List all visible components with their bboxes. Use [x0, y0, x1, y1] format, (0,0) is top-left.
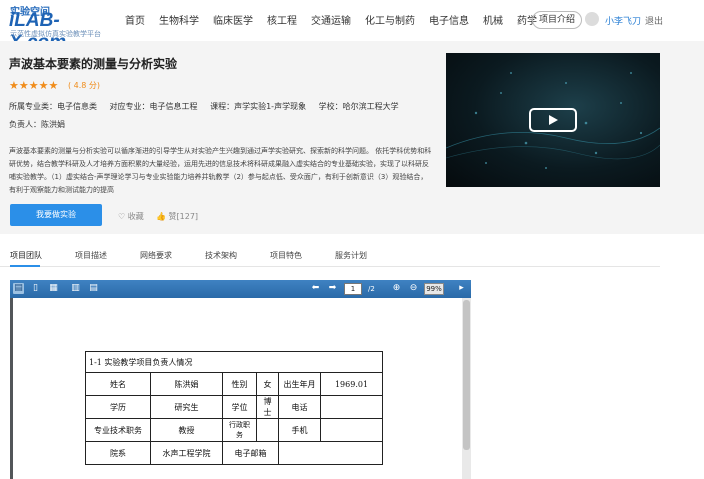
table-caption: 1-1 实验教学项目负责人情况: [85, 351, 383, 373]
prev-page-icon[interactable]: ⬅: [310, 283, 321, 294]
tab-description[interactable]: 项目描述: [75, 250, 107, 261]
table-cell: 行政职务: [222, 418, 257, 442]
table-cell: 陈洪娟: [150, 372, 223, 396]
table-cell: 院系: [85, 441, 151, 465]
nav-item-mechanical[interactable]: 机械: [483, 12, 503, 27]
owner-info-table: 1-1 实验教学项目负责人情况 姓名 陈洪娟 性别 女 出生年月 1969.01…: [85, 351, 383, 465]
next-page-icon[interactable]: ➡: [327, 283, 338, 294]
logo-subtitle: 示范性虚拟仿真实验教学平台: [10, 30, 101, 38]
table-cell: 电话: [278, 395, 321, 419]
nav-item-electronics[interactable]: 电子信息: [429, 12, 469, 27]
heart-icon: ♡: [118, 212, 126, 221]
tab-service-plan[interactable]: 服务计划: [335, 250, 367, 261]
tab-network[interactable]: 网络要求: [140, 250, 172, 261]
play-icon[interactable]: [529, 108, 577, 132]
grid-view-icon[interactable]: ▦: [48, 283, 59, 294]
table-cell: [278, 441, 383, 465]
table-cell: [256, 418, 279, 442]
favorite-label: 收藏: [127, 212, 144, 221]
save-icon[interactable]: ▤: [13, 283, 24, 294]
table-cell: 水声工程学院: [150, 441, 223, 465]
nav-item-nuclear[interactable]: 核工程: [267, 12, 297, 27]
project-intro-button[interactable]: 项目介绍: [532, 11, 583, 29]
thumbs-up-icon: 👍: [156, 212, 166, 221]
like-count: 赞[127]: [168, 212, 199, 221]
nav-item-transport[interactable]: 交通运输: [311, 12, 351, 27]
nav-item-home[interactable]: 首页: [125, 12, 145, 27]
table-row: 学历 研究生 学位 博士 电话: [85, 395, 383, 419]
table-row: 专业技术职务 教授 行政职务 手机: [85, 418, 383, 442]
table-cell: 出生年月: [278, 372, 321, 396]
username-link[interactable]: 小李飞刀: [605, 14, 641, 27]
start-experiment-button[interactable]: 我要做实验: [10, 204, 102, 226]
table-cell: 教授: [150, 418, 223, 442]
project-owner: 负责人：陈洪娟: [9, 120, 65, 129]
project-description: 声波基本要素的测量与分析实验可以循序渐进的引导学生从对实验产生兴趣到通过声学实验…: [9, 147, 432, 194]
table-row: 姓名 陈洪娟 性别 女 出生年月 1969.01: [85, 372, 383, 396]
meta-major: 所属专业类：电子信息类: [9, 102, 97, 111]
detail-tabs: 项目团队 项目描述 网络要求 技术架构 项目特色 服务计划: [0, 243, 660, 267]
table-cell: 专业技术职务: [85, 418, 151, 442]
main-nav: 首页 生物科学 临床医学 核工程 交通运输 化工与制药 电子信息 机械 药学: [125, 12, 551, 27]
table-cell: 电子邮箱: [222, 441, 279, 465]
favorite-button[interactable]: ♡ 收藏: [118, 211, 144, 222]
zoom-in-icon[interactable]: ⊕: [391, 283, 402, 294]
table-cell: 女: [256, 372, 279, 396]
nav-item-chemical[interactable]: 化工与制药: [365, 12, 415, 27]
scrollbar-thumb[interactable]: [463, 300, 470, 450]
zoom-level[interactable]: 99%: [424, 283, 444, 295]
table-row: 院系 水声工程学院 电子邮箱: [85, 441, 383, 465]
table-cell: 性别: [222, 372, 257, 396]
meta-course: 课程：声学实验1-声学现象: [210, 102, 307, 111]
top-navbar: 实验空间 iLAB-X.com 示范性虚拟仿真实验教学平台 首页 生物科学 临床…: [0, 0, 704, 53]
table-cell: 博士: [256, 395, 279, 419]
outline-icon[interactable]: ▤: [88, 283, 99, 294]
tab-architecture[interactable]: 技术架构: [205, 250, 237, 261]
table-cell: 研究生: [150, 395, 223, 419]
project-meta: 所属专业类：电子信息类 对应专业：电子信息工程 课程：声学实验1-声学现象 学校…: [9, 101, 409, 112]
project-title: 声波基本要素的测量与分析实验: [9, 57, 178, 71]
table-cell: [320, 395, 383, 419]
zoom-out-icon[interactable]: ⊖: [408, 283, 419, 294]
table-cell: 1969.01: [320, 372, 383, 396]
rating-score: ( 4.8 分): [68, 81, 101, 90]
project-header: 声波基本要素的测量与分析实验 ★★★★★ ( 4.8 分) 所属专业类：电子信息…: [0, 41, 704, 234]
page-total: /2: [368, 285, 375, 293]
single-page-icon[interactable]: ▯: [30, 283, 41, 294]
meta-specialty: 对应专业：电子信息工程: [109, 102, 198, 111]
table-cell: [320, 418, 383, 442]
viewer-scrollbar[interactable]: [462, 298, 471, 479]
document-page: 1-1 实验教学项目负责人情况 姓名 陈洪娟 性别 女 出生年月 1969.01…: [13, 298, 462, 479]
thumbnails-icon[interactable]: ▥: [70, 283, 81, 294]
meta-school: 学校：哈尔滨工程大学: [318, 102, 399, 111]
menu-icon[interactable]: ▸: [456, 283, 467, 294]
table-cell: 学位: [222, 395, 257, 419]
table-cell: 姓名: [85, 372, 151, 396]
logout-link[interactable]: 退出: [645, 14, 663, 27]
site-logo[interactable]: 实验空间 iLAB-X.com 示范性虚拟仿真实验教学平台: [9, 3, 109, 53]
table-cell: 手机: [278, 418, 321, 442]
tab-team[interactable]: 项目团队: [10, 250, 42, 261]
video-player[interactable]: [446, 53, 660, 187]
active-tab-indicator: [10, 265, 40, 267]
avatar[interactable]: [585, 12, 599, 26]
nav-item-clinical[interactable]: 临床医学: [213, 12, 253, 27]
document-viewer: ▤ ▯ ▦ ▥ ▤ ⬅ ➡ 1 /2 ⊕ ⊖ 99% ▸ 1-1 实验教学项目负…: [10, 280, 471, 479]
nav-item-biology[interactable]: 生物科学: [159, 12, 199, 27]
table-cell: 学历: [85, 395, 151, 419]
rating-stars-icon: ★★★★★: [9, 79, 59, 92]
viewer-toolbar: ▤ ▯ ▦ ▥ ▤ ⬅ ➡ 1 /2 ⊕ ⊖ 99% ▸: [10, 280, 471, 298]
tab-features[interactable]: 项目特色: [270, 250, 302, 261]
like-button[interactable]: 👍 赞[127]: [156, 211, 198, 222]
page-number-input[interactable]: 1: [344, 283, 362, 295]
